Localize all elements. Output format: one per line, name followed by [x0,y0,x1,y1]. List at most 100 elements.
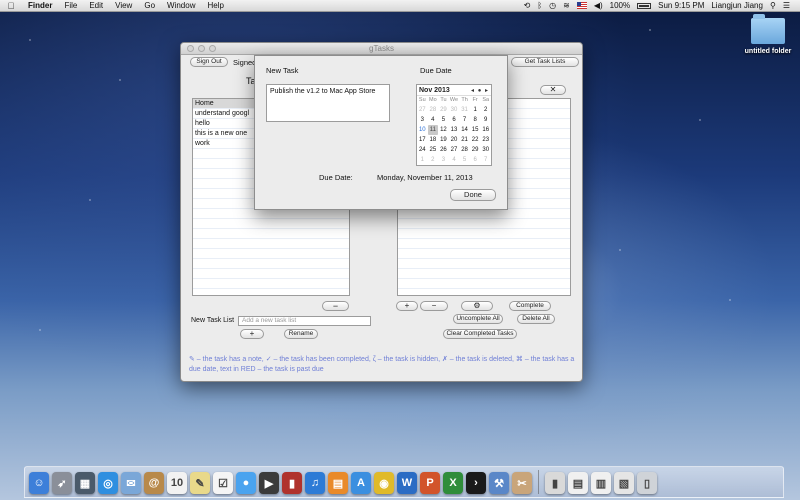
excel-icon[interactable]: X [443,472,463,494]
rename-task-list-button[interactable]: Rename [284,329,318,339]
menu-window[interactable]: Window [161,1,201,10]
calendar-day[interactable]: 26 [438,145,449,155]
calendar-day[interactable]: 30 [480,145,491,155]
calendar-day[interactable]: 1 [470,105,481,115]
due-date-calendar[interactable]: Nov 2013 ◂ ● ▸ Su Mo Tu We Th Fr Sa 27 28 29 30 31… [416,84,492,166]
calendar-day[interactable]: 7 [459,115,470,125]
powerpoint-icon[interactable]: P [420,472,440,494]
add-task-button[interactable]: + [396,301,418,311]
calendar-day[interactable]: 31 [459,105,470,115]
calendar-day[interactable]: 3 [417,115,428,125]
calendar-day[interactable]: 18 [428,135,439,145]
calendar-day[interactable]: 25 [428,145,439,155]
calendar-day[interactable]: 10 [417,125,428,135]
menubar-clock[interactable]: Sun 9:15 PM [658,1,704,10]
volume-icon[interactable]: ◀) [594,1,603,10]
menu-help[interactable]: Help [201,1,229,10]
mission-control-icon[interactable]: ▦ [75,472,95,494]
safari-icon[interactable]: ◎ [98,472,118,494]
menu-file[interactable]: File [58,1,83,10]
menu-view[interactable]: View [109,1,138,10]
zoom-window-icon[interactable] [209,45,216,52]
calendar-day[interactable]: 22 [470,135,481,145]
notes-icon[interactable]: ✎ [190,472,210,494]
minimize-window-icon[interactable] [198,45,205,52]
sign-out-button[interactable]: Sign Out [190,57,228,67]
calendar-day[interactable]: 13 [449,125,460,135]
messages-icon[interactable]: ● [236,472,256,494]
word-icon[interactable]: W [397,472,417,494]
downloads-stack-icon[interactable]: ▥ [591,472,611,494]
input-source-flag-icon[interactable] [576,2,587,9]
calendar-day[interactable]: 2 [428,155,439,165]
xcode-icon[interactable]: ⚒ [489,472,509,494]
spotlight-icon[interactable]: ⚲ [770,1,776,10]
ibooks-icon[interactable]: ▤ [328,472,348,494]
done-button[interactable]: Done [450,189,496,201]
calendar-day[interactable]: 6 [449,115,460,125]
apple-menu-icon[interactable]:  [0,1,22,11]
documents-stack-icon[interactable]: ▤ [568,472,588,494]
reminders-icon[interactable]: ☑ [213,472,233,494]
new-task-list-input[interactable]: Add a new task list [238,316,371,326]
calendar-day[interactable]: 28 [428,105,439,115]
itunes-icon[interactable]: ♫ [305,472,325,494]
calendar-day[interactable]: 16 [480,125,491,135]
calendar-day[interactable]: 28 [459,145,470,155]
calendar-day[interactable]: 21 [459,135,470,145]
facetime-icon[interactable]: ▶ [259,472,279,494]
time-machine-icon[interactable]: ⟲ [524,1,531,10]
calendar-day[interactable]: 27 [417,105,428,115]
calendar-day[interactable]: 27 [449,145,460,155]
task-settings-button[interactable]: ⚙ [461,301,493,311]
add-task-list-button[interactable]: + [240,329,264,339]
calendar-day[interactable]: 24 [417,145,428,155]
launchpad-icon[interactable]: ➶ [52,472,72,494]
menu-go[interactable]: Go [138,1,161,10]
app-store-icon[interactable]: A [351,472,371,494]
chrome-icon[interactable]: ◉ [374,472,394,494]
window-titlebar[interactable]: gTasks [181,43,582,55]
delete-all-button[interactable]: Delete All [517,314,555,324]
calendar-day[interactable]: 14 [459,125,470,135]
new-task-textarea[interactable]: Publish the v1.2 to Mac App Store [266,84,390,122]
terminal-icon[interactable]: › [466,472,486,494]
menu-edit[interactable]: Edit [83,1,109,10]
calendar-day[interactable]: 20 [449,135,460,145]
calendar-day[interactable]: 6 [470,155,481,165]
wifi-icon[interactable]: ≋ [563,1,570,10]
uncomplete-all-button[interactable]: Uncomplete All [453,314,503,324]
remove-task-list-button[interactable]: − [322,301,349,311]
calendar-day[interactable]: 5 [438,115,449,125]
preview-icon[interactable]: ✂ [512,472,532,494]
close-window-icon[interactable] [187,45,194,52]
calendar-day[interactable]: 17 [417,135,428,145]
calendar-day[interactable]: 2 [480,105,491,115]
calendar-day[interactable]: 5 [459,155,470,165]
calendar-day[interactable]: 29 [470,145,481,155]
calendar-day[interactable]: 8 [470,115,481,125]
finder-icon[interactable]: ☺ [29,472,49,494]
clock-icon[interactable]: ◷ [549,1,556,10]
mail-icon[interactable]: ✉ [121,472,141,494]
get-task-lists-button[interactable]: Get Task Lists [511,57,579,67]
contacts-icon[interactable]: @ [144,472,164,494]
calendar-day[interactable]: 23 [480,135,491,145]
calendar-day[interactable]: 12 [438,125,449,135]
bluetooth-icon[interactable]: ᛒ [537,1,542,10]
calendar-day[interactable]: 7 [480,155,491,165]
calendar-day[interactable]: 4 [449,155,460,165]
menubar-user[interactable]: Liangjun Jiang [711,1,763,10]
menu-finder[interactable]: Finder [22,1,58,10]
calendar-day[interactable]: 29 [438,105,449,115]
battery-icon[interactable] [637,2,652,9]
complete-button[interactable]: Complete [509,301,551,311]
calendar-day[interactable]: 1 [417,155,428,165]
trash-icon[interactable]: ▯ [637,472,657,494]
calendar-day[interactable]: 19 [438,135,449,145]
calendar-nav-arrows[interactable]: ◂ ● ▸ [471,87,489,94]
photo-booth-icon[interactable]: ▮ [282,472,302,494]
desktop-folder[interactable]: untitled folder [740,14,796,55]
clear-search-button[interactable]: ✕ [540,85,566,95]
calendar-icon[interactable]: 10 [167,472,187,494]
